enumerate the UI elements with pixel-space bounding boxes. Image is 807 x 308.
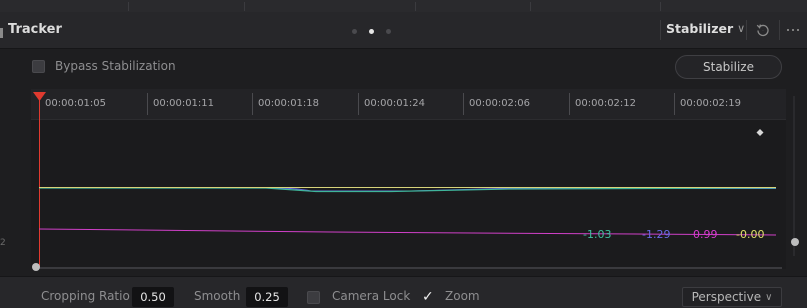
value-label-blue: -1.29	[642, 228, 671, 241]
edge-marker: 2	[0, 238, 6, 248]
stabilize-button[interactable]: Stabilize	[675, 55, 782, 79]
zoom-checkbox[interactable]	[421, 289, 434, 305]
horizontal-zoom-handle[interactable]	[32, 263, 40, 271]
bottom-controls-bar: Cropping Ratio 0.50 Smooth 0.25 Camera L…	[0, 276, 807, 308]
cropping-ratio-field[interactable]: 0.50	[132, 287, 174, 307]
vertical-zoom-track[interactable]	[793, 96, 795, 256]
page-dots	[352, 28, 391, 34]
stabilizer-panel: Tracker Stabilizer ∨ Bypass Stabilizatio…	[0, 0, 807, 308]
bypass-stabilization-checkbox[interactable]	[32, 60, 45, 73]
page-dot-active[interactable]	[369, 28, 374, 34]
transform-mode-label: Perspective	[691, 290, 762, 304]
playhead-marker	[33, 92, 46, 101]
vertical-zoom-handle[interactable]	[791, 238, 799, 246]
mode-dropdown-label: Stabilizer	[666, 21, 734, 36]
value-label-magenta: 0.99	[693, 228, 718, 241]
value-label-yellow: -0.00	[736, 228, 765, 241]
divider	[415, 2, 416, 11]
keyframe-diamond[interactable]	[756, 129, 764, 136]
transform-mode-dropdown[interactable]: Perspective ∨	[682, 287, 782, 307]
divider	[244, 2, 245, 11]
divider	[660, 20, 661, 40]
panel-title: Tracker	[8, 22, 62, 37]
panel-grip-handle[interactable]	[0, 28, 3, 38]
page-dot[interactable]	[386, 28, 391, 34]
chevron-down-icon: ∨	[765, 291, 773, 303]
camera-lock-label: Camera Lock	[332, 289, 411, 303]
camera-lock-checkbox[interactable]	[307, 291, 320, 304]
curves-plot[interactable]	[31, 89, 786, 269]
divider	[779, 20, 780, 40]
divider	[660, 2, 661, 11]
zoom-label: Zoom	[445, 289, 480, 303]
mode-dropdown[interactable]: Stabilizer ∨	[666, 21, 745, 36]
more-options-icon[interactable]	[787, 29, 799, 31]
cropping-ratio-label: Cropping Ratio	[41, 289, 130, 303]
divider	[746, 20, 747, 40]
stabilizer-graph[interactable]: 00:00:01:05 00:00:01:11 00:00:01:18 00:0…	[31, 89, 786, 269]
chevron-down-icon: ∨	[737, 22, 746, 35]
reset-icon[interactable]	[755, 22, 771, 38]
panel-header: Tracker Stabilizer ∨	[0, 12, 807, 49]
horizontal-zoom-track[interactable]	[36, 267, 782, 269]
divider	[128, 2, 129, 11]
divider	[530, 2, 531, 11]
teal-curve	[39, 187, 777, 193]
page-dot[interactable]	[352, 28, 357, 34]
bypass-stabilization-label: Bypass Stabilization	[55, 59, 176, 73]
smooth-label: Smooth	[194, 289, 241, 303]
smooth-field[interactable]: 0.25	[246, 287, 288, 307]
value-label-teal: -1.03	[583, 228, 612, 241]
